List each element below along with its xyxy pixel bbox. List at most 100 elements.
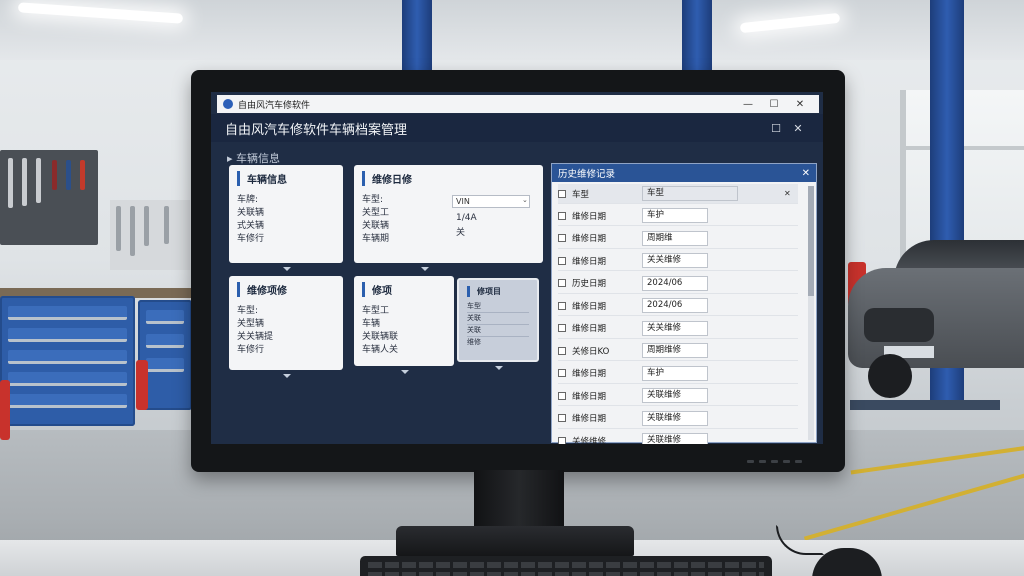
chevron-down-icon[interactable]: ⌄: [522, 196, 528, 204]
header-maximize-button[interactable]: ☐: [765, 122, 787, 135]
monitor-stand-neck: [474, 470, 564, 530]
tool-rack: [110, 200, 190, 270]
cabinet-drawer: [146, 334, 184, 348]
history-row-value[interactable]: 2024/06: [642, 275, 708, 291]
history-row[interactable]: 维修日期 车护: [558, 364, 798, 384]
row-checkbox[interactable]: [558, 391, 566, 400]
history-row[interactable]: 维修日期 关联维修: [558, 386, 798, 406]
monitor: 自由风汽车修软件 — ☐ ✕ 自由风汽车修软件车辆档案管理 ☐ ✕ ▸ 车辆信息…: [191, 70, 845, 472]
history-row[interactable]: 维修日期 关关维修: [558, 251, 798, 271]
card-row: 关关辆提: [237, 332, 274, 342]
minimize-button[interactable]: —: [735, 99, 761, 110]
breadcrumb[interactable]: ▸ 车辆信息: [227, 150, 280, 166]
project-popup[interactable]: 修项目 车型 关联 关联 维修: [457, 278, 539, 362]
wrench-icon: [144, 206, 149, 246]
history-row-value[interactable]: 关联维修: [642, 433, 708, 444]
chevron-down-icon[interactable]: [283, 374, 291, 378]
row-checkbox[interactable]: [558, 301, 566, 310]
card-row: 车型:: [237, 306, 259, 316]
history-panel-title: 历史维修记录: [558, 169, 616, 180]
app-logo-icon: [223, 99, 233, 109]
row-checkbox[interactable]: [558, 324, 566, 332]
window-titlebar: 自由风汽车修软件 — ☐ ✕: [217, 95, 819, 113]
history-row-value[interactable]: 车护: [642, 365, 708, 381]
history-row-value[interactable]: 关关维修: [642, 320, 708, 336]
history-row-value[interactable]: 周期维修: [642, 343, 708, 358]
vin-select[interactable]: VIN: [452, 195, 530, 208]
row-checkbox[interactable]: [558, 256, 566, 265]
row-checkbox[interactable]: [558, 346, 566, 355]
column-header: 车型: [642, 186, 738, 201]
history-row-label: 维修日期: [572, 414, 607, 424]
history-row[interactable]: 维修日期 关关维修: [558, 319, 798, 339]
tool-cabinet: [0, 296, 135, 426]
history-panel[interactable]: 历史维修记录 ✕ 车型 车型 ✕ 维修日期 车护 维修日期 周期维 维修日期 关关维修 历史…: [551, 163, 817, 444]
key-row: [368, 572, 764, 576]
close-button[interactable]: ✕: [787, 99, 813, 110]
cabinet-drawer: [146, 358, 184, 372]
monitor-stand-base: [396, 526, 634, 556]
service-date-card[interactable]: 维修日修 车型: 关型工 关联辆 车辆期 VIN ⌄ 1/4A 关: [354, 165, 543, 263]
project-card[interactable]: 修项 车型工 车辆 关联辆联 车辆人关: [354, 276, 454, 366]
popup-row[interactable]: 关联: [467, 313, 529, 325]
keyboard: [360, 556, 772, 576]
chevron-down-icon[interactable]: [421, 267, 429, 271]
popup-row[interactable]: 关联: [467, 325, 529, 337]
chevron-down-icon[interactable]: [495, 366, 503, 370]
history-row-value[interactable]: 关联维修: [642, 388, 708, 403]
history-row[interactable]: 维修日期 车护: [558, 206, 798, 226]
popup-row[interactable]: 维修: [467, 337, 529, 348]
wrench-icon: [36, 158, 41, 203]
history-row-value[interactable]: 周期维: [642, 230, 708, 246]
card-row: 关型辆: [237, 319, 265, 329]
header-close-button[interactable]: ✕: [787, 122, 809, 135]
chevron-down-icon[interactable]: [401, 370, 409, 374]
close-icon[interactable]: ✕: [784, 189, 791, 198]
car: [848, 228, 1024, 404]
history-row-label: 关修维修: [572, 436, 607, 445]
card-row: 车辆: [362, 319, 381, 329]
row-checkbox[interactable]: [558, 414, 566, 422]
cabinet-drawer: [8, 350, 127, 364]
card-row: 关联辆联: [362, 332, 399, 342]
car-grille: [864, 308, 934, 342]
history-row-label: 维修日期: [572, 324, 607, 334]
card-row: 车修行: [237, 234, 265, 244]
vehicle-info-card[interactable]: 车辆信息 车牌: 关联辆 式关辆 车修行: [229, 165, 343, 263]
car-wheel: [868, 354, 912, 398]
maximize-button[interactable]: ☐: [761, 99, 787, 110]
scrollbar-thumb[interactable]: [808, 186, 814, 296]
history-row-value[interactable]: 车护: [642, 208, 708, 223]
history-row[interactable]: 关修维修 关联维修: [558, 431, 798, 444]
field-value: 1/4A: [456, 213, 477, 223]
history-row[interactable]: 维修日期 关联维修: [558, 409, 798, 429]
history-row-value[interactable]: 关关维修: [642, 253, 708, 268]
history-row-label: 关修日KO: [572, 346, 610, 357]
history-row[interactable]: 维修日期 2024/06: [558, 296, 798, 316]
popup-row[interactable]: 车型: [467, 301, 529, 313]
row-checkbox[interactable]: [558, 279, 566, 287]
monitor-buttons: [747, 460, 802, 463]
history-row-value[interactable]: 2024/06: [642, 298, 708, 313]
wrench-icon: [130, 206, 135, 256]
row-checkbox[interactable]: [558, 234, 566, 242]
history-row-label: 维修日期: [572, 369, 607, 379]
row-checkbox[interactable]: [558, 211, 566, 220]
car-lift-post: [682, 0, 712, 72]
history-row[interactable]: 历史日期 2024/06: [558, 274, 798, 294]
scrollbar[interactable]: [808, 186, 814, 440]
screwdriver-icon: [80, 160, 85, 190]
row-checkbox[interactable]: [558, 369, 566, 377]
cabinet-drawer: [8, 328, 127, 342]
tool-pegboard: [0, 150, 98, 245]
history-row[interactable]: 维修日期 周期维: [558, 229, 798, 249]
history-row-label: 维修日期: [572, 301, 607, 312]
repair-items-card[interactable]: 维修项修 车型: 关型辆 关关辆提 车修行: [229, 276, 343, 370]
close-icon[interactable]: ✕: [802, 168, 810, 179]
history-row-value[interactable]: 关联维修: [642, 410, 708, 426]
chevron-down-icon[interactable]: [283, 267, 291, 271]
row-checkbox[interactable]: [558, 436, 566, 444]
cabinet-drawer: [8, 306, 127, 320]
history-row[interactable]: 关修日KO 周期维修: [558, 341, 798, 361]
select-all-checkbox[interactable]: [558, 189, 566, 198]
